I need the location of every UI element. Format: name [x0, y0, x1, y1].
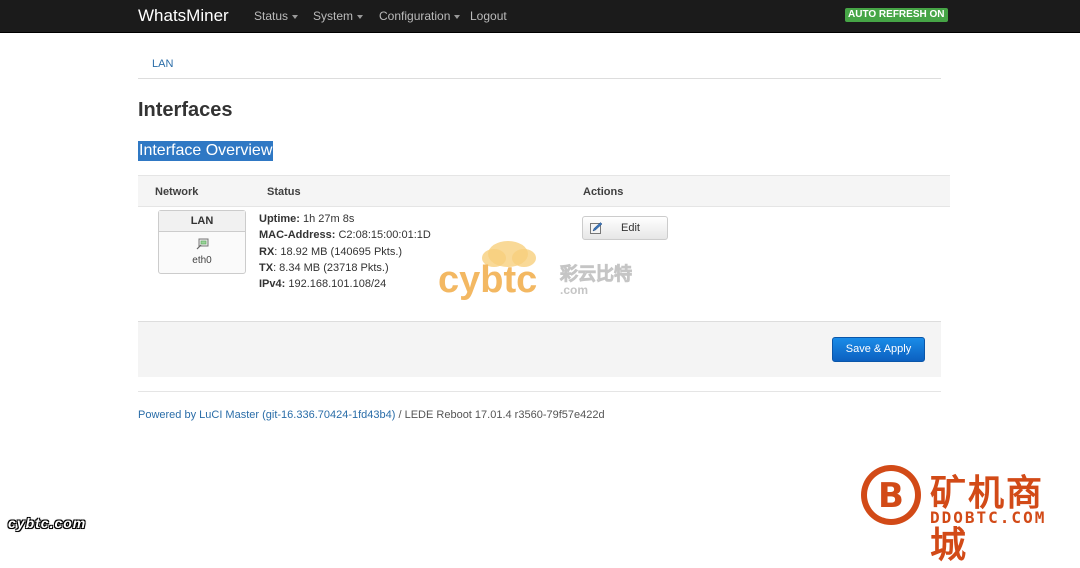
corner-watermark-en: DDOBTC.COM: [930, 508, 1047, 527]
watermark-com-text: .com: [560, 283, 588, 297]
cybtc-watermark-logo: cybtc .com 彩云比特: [438, 241, 632, 301]
status-tx: TX: 8.34 MB (23718 Pkts.): [259, 260, 431, 276]
menu-configuration-label: Configuration: [379, 9, 451, 23]
footer-credits: Powered by LuCI Master (git-16.336.70424…: [138, 409, 605, 421]
interface-device: eth0: [192, 255, 212, 266]
footer-divider: [138, 391, 941, 392]
luci-link[interactable]: Powered by LuCI Master (git-16.336.70424…: [138, 409, 395, 421]
brand-logo[interactable]: WhatsMiner: [138, 6, 229, 26]
mac-value: C2:08:15:00:01:1D: [338, 229, 431, 242]
status-ipv4: IPv4: 192.168.101.108/24: [259, 276, 431, 292]
rx-value: : 18.92 MB (140695 Pkts.): [274, 245, 403, 258]
status-uptime: Uptime: 1h 27m 8s: [259, 211, 431, 227]
watermark-cn-text: 彩云比特: [559, 263, 632, 285]
chevron-down-icon: [454, 14, 461, 19]
column-header-network: Network: [155, 186, 199, 198]
page-title: Interfaces: [138, 99, 233, 121]
form-actions-bar: Save & Apply: [138, 321, 941, 377]
status-rx: RX: 18.92 MB (140695 Pkts.): [259, 244, 431, 260]
watermark-bottom-left: cybtc.com: [8, 515, 87, 531]
chevron-down-icon: [357, 14, 364, 19]
svg-text:B: B: [878, 476, 904, 516]
interface-name: LAN: [159, 211, 245, 232]
watermark-cybtc-text: cybtc: [438, 259, 537, 301]
uptime-label: Uptime:: [259, 213, 300, 225]
menu-status[interactable]: Status: [254, 9, 299, 23]
save-apply-button[interactable]: Save & Apply: [832, 337, 925, 362]
auto-refresh-toggle[interactable]: AUTO REFRESH ON: [845, 8, 948, 22]
tx-value: : 8.34 MB (23718 Pkts.): [273, 261, 389, 274]
uptime-value: 1h 27m 8s: [303, 213, 355, 225]
menu-system[interactable]: System: [313, 9, 364, 23]
interface-badge-lan: LAN eth0: [158, 210, 246, 274]
menu-system-label: System: [313, 9, 354, 23]
ipv4-value: 192.168.101.108/24: [288, 278, 387, 291]
menu-logout[interactable]: Logout: [470, 9, 507, 23]
column-header-status: Status: [267, 186, 301, 198]
mac-label: MAC-Address:: [259, 229, 336, 242]
column-header-actions: Actions: [583, 186, 624, 198]
rx-label: RX: [259, 245, 275, 258]
status-mac: MAC-Address: C2:08:15:00:01:1D: [259, 227, 431, 243]
table-header: Network Status Actions: [138, 175, 950, 207]
top-navbar: WhatsMiner Status System Configuration L…: [0, 0, 1080, 33]
firmware-version: / LEDE Reboot 17.01.4 r3560-79f57e422d: [395, 409, 605, 421]
tx-label: TX: [259, 261, 274, 274]
ddobtc-watermark: B 矿机商城 DDOBTC.COM: [858, 462, 1080, 566]
interface-status: Uptime: 1h 27m 8s MAC-Address: C2:08:15:…: [259, 211, 431, 292]
tab-lan[interactable]: LAN: [152, 58, 173, 70]
chevron-down-icon: [292, 14, 299, 19]
bitcoin-icon: B: [861, 465, 921, 525]
ipv4-label: IPv4:: [259, 278, 286, 291]
ethernet-port-icon: [196, 238, 209, 250]
menu-configuration[interactable]: Configuration: [379, 9, 461, 23]
section-title: Interface Overview: [138, 141, 274, 161]
menu-status-label: Status: [254, 9, 289, 23]
interface-tabs: LAN: [138, 50, 941, 79]
